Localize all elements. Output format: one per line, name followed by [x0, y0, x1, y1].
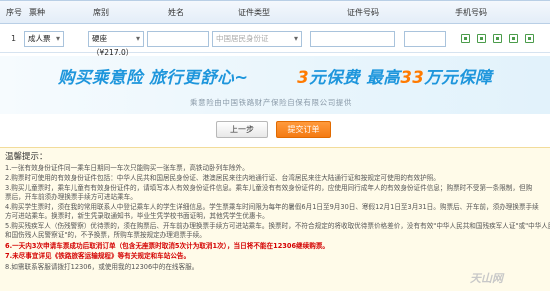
add-passenger-icon[interactable] — [477, 34, 486, 43]
phone-input[interactable] — [404, 31, 446, 47]
edit-passenger-icon[interactable] — [509, 34, 518, 43]
passenger-index: 1 — [11, 34, 17, 43]
passenger-table-header: 序号 票种 席别 姓名 证件类型 证件号码 手机号码 — [0, 0, 550, 24]
col-phone: 手机号码 — [455, 8, 487, 17]
tip-item: 2.购票时可使用的有效身份证件包括：中华人民共和国居民身份证、港澳居民来往内地通… — [5, 174, 440, 182]
id-type-select[interactable]: 中国居民身份证 — [212, 31, 302, 47]
col-id-type: 证件类型 — [238, 8, 270, 17]
banner-price: 3 — [297, 68, 310, 87]
col-seat-type: 席别 — [93, 8, 109, 17]
watermark-logo: 天山网 — [470, 272, 503, 285]
ticket-type-select[interactable]: 成人票 — [24, 31, 64, 47]
col-name: 姓名 — [168, 8, 184, 17]
tip-warning: 7.未尽事宜详见《铁路旅客运输规程》等有关规定和车站公告。 — [5, 252, 191, 260]
tips-box: 温馨提示： 1.一张有效身份证件同一乘车日期同一车次只能购买一张车票，高铁动卧列… — [0, 147, 550, 291]
copy-passenger-icon[interactable] — [461, 34, 470, 43]
banner-slogan-a: 购买乘意险 旅行更舒心~ — [58, 68, 249, 87]
col-seq: 序号 — [6, 8, 22, 17]
tip-warning: 6.一天内3次申请车票成功后取消订单（包含无座票时取消5次计为取消1次），当日将… — [5, 242, 330, 250]
seat-type-select[interactable]: 硬座（¥217.0） — [88, 31, 144, 57]
col-id-number: 证件号码 — [347, 8, 379, 17]
banner-slogan-b: 元保费 最高 — [309, 68, 401, 87]
tip-item: 1.一张有效身份证件同一乘车日期同一车次只能购买一张车票，高铁动卧列车除外。 — [5, 164, 249, 172]
insurance-banner[interactable]: 购买乘意险 旅行更舒心~ 3元保费 最高33万元保障 乘意险由中国铁路财产保险自… — [0, 56, 550, 114]
id-number-input[interactable] — [310, 31, 395, 47]
banner-provider: 乘意险由中国铁路财产保险自保有限公司提供 — [190, 98, 352, 107]
banner-max-amount: 33 — [400, 68, 425, 87]
save-passenger-icon[interactable] — [493, 34, 502, 43]
banner-slogan: 购买乘意险 旅行更舒心~ 3元保费 最高33万元保障 — [58, 64, 492, 88]
name-input[interactable] — [147, 31, 209, 47]
prev-step-button[interactable]: 上一步 — [216, 121, 268, 138]
tip-item: 8.如需联系客服请拨打12306，或使用我的12306中的在线客服。 — [5, 263, 199, 271]
tip-item: 方可进站乘车。换票时，新生凭录取通知书，毕业生凭学校书面证明，其他凭学生优惠卡。 — [5, 212, 269, 220]
col-ticket-type: 票种 — [29, 8, 45, 17]
submit-order-button[interactable]: 提交订单 — [276, 121, 331, 138]
delete-passenger-icon[interactable] — [525, 34, 534, 43]
tips-title: 温馨提示： — [5, 152, 48, 162]
banner-slogan-c: 万元保障 — [424, 68, 493, 87]
tip-item: 票后，开车前须办理换票手续方可进站乘车。 — [5, 193, 137, 201]
tip-item: 和国伤残人民警察证"的，不予换票，所购车票按规定办理退票手续。 — [5, 231, 206, 239]
